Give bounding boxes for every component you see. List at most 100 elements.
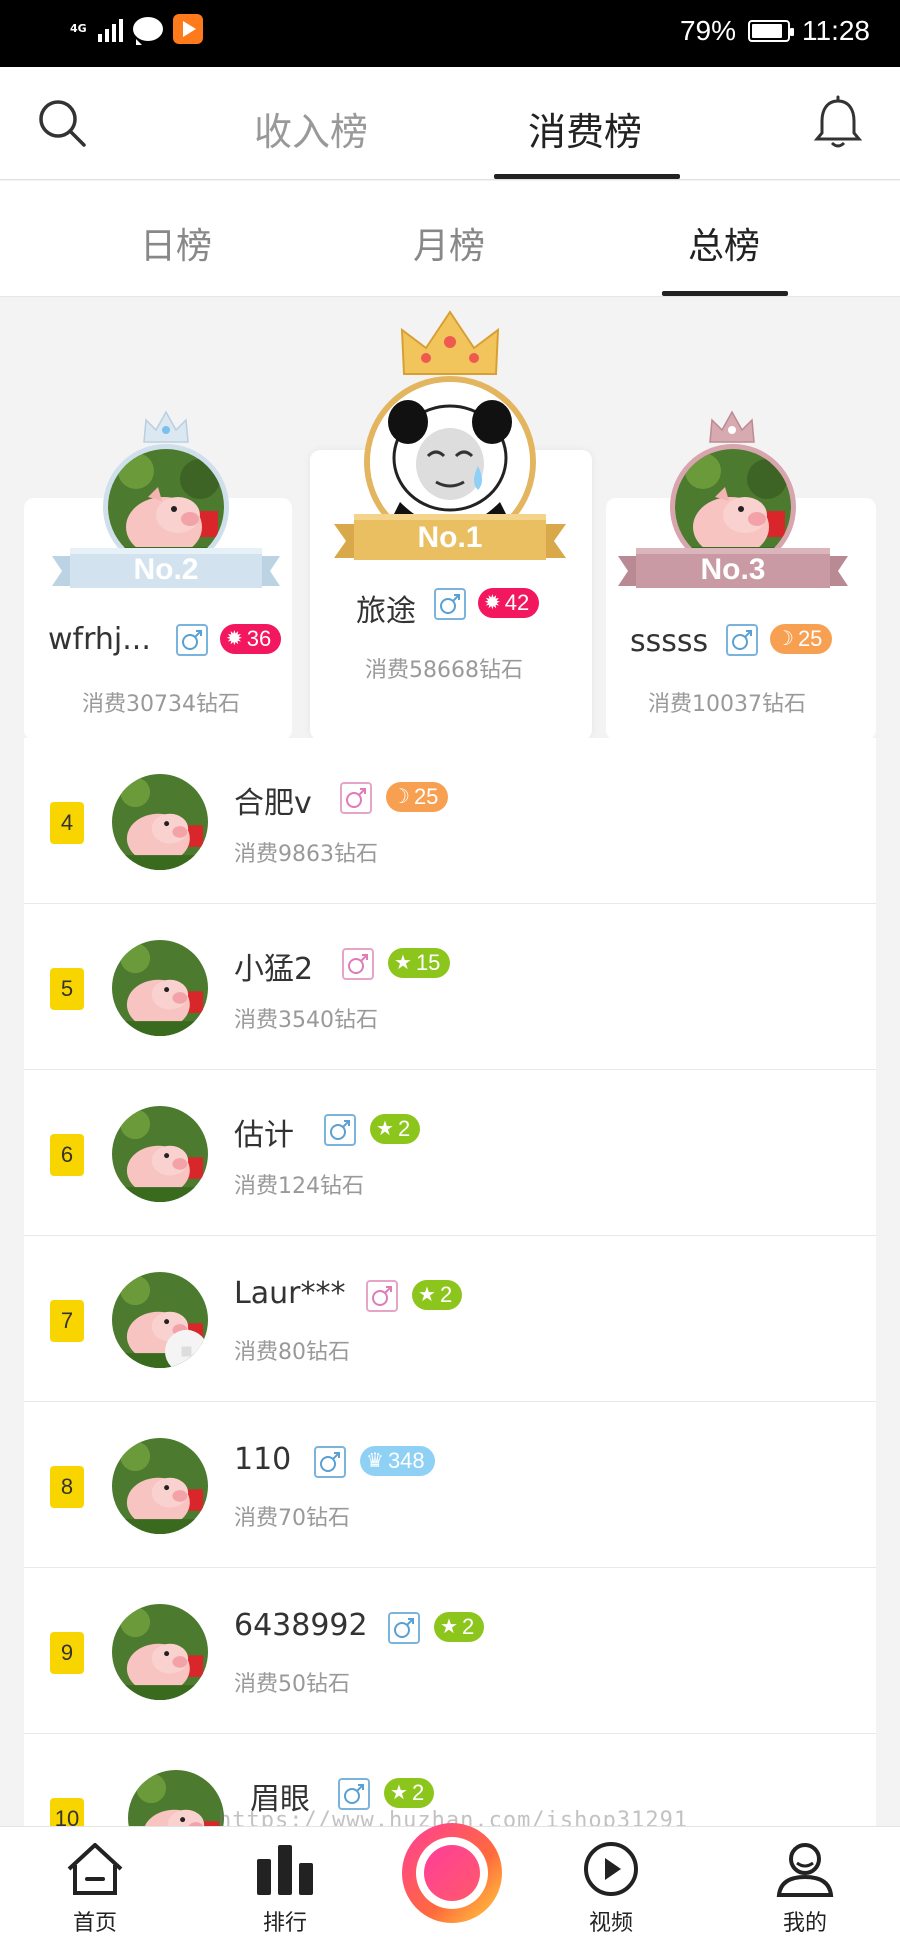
level-badge: ★ 2 <box>384 1778 435 1808</box>
battery-icon <box>748 20 794 42</box>
user-name: 6438992 <box>234 1608 368 1643</box>
rank-number: 8 <box>50 1466 84 1508</box>
avatar[interactable] <box>112 940 208 1036</box>
chat-icon <box>133 17 163 45</box>
home-icon <box>67 1843 123 1895</box>
female-gender-icon <box>340 782 372 814</box>
silver-crown-icon <box>143 410 189 443</box>
tab-spending-rank[interactable]: 消费榜 <box>528 101 642 156</box>
female-gender-icon <box>366 1280 398 1312</box>
ranking-list: 4 合肥v ☽ 25 消费9863钻石 5 小猛2 ★ 15 消费3540钻石 … <box>24 738 876 1838</box>
spend-text: 消费70钻石 <box>234 1506 350 1531</box>
nav-video-label: 视频 <box>588 1911 633 1936</box>
sun-icon: ✹ <box>226 628 243 650</box>
male-gender-icon <box>434 588 466 620</box>
level-value: 25 <box>797 626 823 651</box>
podium-name-third: sssss <box>630 624 709 659</box>
rank-number: 6 <box>50 1134 84 1176</box>
avatar[interactable] <box>112 1438 208 1534</box>
rank-label-third: No.3 <box>700 553 766 586</box>
rank-ribbon-first: No.1 <box>334 512 566 564</box>
active-period-indicator <box>662 291 788 296</box>
clock: 11:28 <box>802 15 870 46</box>
list-item[interactable]: 7 Laur*** ★ 2 消费80钻石 <box>24 1236 876 1402</box>
level-value: 36 <box>246 626 272 651</box>
avatar[interactable] <box>112 1272 208 1368</box>
level-value: 2 <box>411 1780 425 1805</box>
crown-icon: ♛ <box>366 1450 384 1472</box>
bronze-crown-icon <box>709 410 755 443</box>
tab-daily[interactable]: 日榜 <box>140 217 212 269</box>
podium-spend-first: 消费58668钻石 <box>365 658 523 683</box>
podium-spend-second: 消费30734钻石 <box>82 692 240 717</box>
list-item[interactable]: 6 估计 ★ 2 消费124钻石 <box>24 1070 876 1236</box>
rank-number: 7 <box>50 1300 84 1342</box>
tab-total[interactable]: 总榜 <box>688 217 760 269</box>
podium-spend-third: 消费10037钻石 <box>648 692 806 717</box>
nav-rank[interactable]: 排行 <box>230 1841 340 1937</box>
spend-text: 消费50钻石 <box>234 1672 350 1697</box>
moon-icon: ☽ <box>776 628 794 650</box>
level-badge: ★ 2 <box>434 1612 485 1642</box>
avatar[interactable] <box>112 774 208 870</box>
nav-mine[interactable]: 我的 <box>750 1841 860 1937</box>
level-badge: ✹ 36 <box>220 624 282 654</box>
spend-text: 消费80钻石 <box>234 1340 350 1365</box>
level-badge: ♛ 348 <box>360 1446 435 1476</box>
female-gender-icon <box>342 948 374 980</box>
star-icon: ★ <box>394 952 412 974</box>
level-value: 25 <box>413 784 439 809</box>
moon-icon: ☽ <box>392 786 410 808</box>
star-icon: ★ <box>390 1782 408 1804</box>
avatar[interactable] <box>112 1106 208 1202</box>
nav-home[interactable]: 首页 <box>40 1841 150 1937</box>
status-right: 79% 11:28 <box>680 15 870 47</box>
sun-icon: ✹ <box>484 592 501 614</box>
level-badge: ★ 2 <box>412 1280 463 1310</box>
search-icon[interactable] <box>36 97 88 149</box>
level-value: 42 <box>504 590 530 615</box>
tab-income-rank[interactable]: 收入榜 <box>254 101 368 156</box>
avatar[interactable] <box>112 1604 208 1700</box>
spend-text: 消费124钻石 <box>234 1174 364 1199</box>
male-gender-icon <box>176 624 208 656</box>
rank-ribbon-third: No.3 <box>618 546 848 592</box>
male-gender-icon <box>338 1778 370 1810</box>
period-tabs: 日榜 月榜 总榜 <box>0 181 900 297</box>
live-camera-button[interactable] <box>402 1823 502 1923</box>
battery-percent: 79% <box>679 15 736 46</box>
user-name: 110 <box>234 1442 292 1477</box>
bell-icon[interactable] <box>812 95 864 151</box>
rank-number: 4 <box>50 802 84 844</box>
rank-label-second: No.2 <box>133 553 199 586</box>
list-item[interactable]: 9 6438992 ★ 2 消费50钻石 <box>24 1568 876 1734</box>
nav-video[interactable]: 视频 <box>556 1841 666 1937</box>
app-notification-icon <box>173 14 203 44</box>
list-item[interactable]: 5 小猛2 ★ 15 消费3540钻石 <box>24 904 876 1070</box>
gold-crown-icon <box>400 310 500 375</box>
play-circle-icon <box>584 1842 638 1896</box>
user-icon <box>776 1843 834 1897</box>
level-value: 15 <box>415 950 441 975</box>
level-badge: ★ 15 <box>388 948 451 978</box>
podium: No.2 No.1 No.3 wfrhj... 旅途 sssss ✹ 36 ✹ … <box>0 298 900 740</box>
list-item[interactable]: 4 合肥v ☽ 25 消费9863钻石 <box>24 738 876 904</box>
rank-ribbon-second: No.2 <box>52 546 280 592</box>
user-name: Laur*** <box>234 1276 346 1311</box>
user-name: 小猛2 <box>234 952 314 987</box>
rank-number: 5 <box>50 968 84 1010</box>
podium-name-first: 旅途 <box>356 594 416 629</box>
user-name: 合肥v <box>234 786 312 821</box>
bottom-nav: 首页 排行 视频 我的 <box>0 1823 900 1950</box>
rank-label-first: No.1 <box>417 521 483 554</box>
male-gender-icon <box>324 1114 356 1146</box>
nav-home-label: 首页 <box>72 1911 117 1936</box>
male-gender-icon <box>314 1446 346 1478</box>
star-icon: ★ <box>440 1616 458 1638</box>
star-icon: ★ <box>376 1118 394 1140</box>
tab-monthly[interactable]: 月榜 <box>413 217 485 269</box>
level-value: 2 <box>439 1282 453 1307</box>
podium-name-second: wfrhj... <box>48 622 151 657</box>
list-item[interactable]: 8 110 ♛ 348 消费70钻石 <box>24 1402 876 1568</box>
rank-number: 9 <box>50 1632 84 1674</box>
